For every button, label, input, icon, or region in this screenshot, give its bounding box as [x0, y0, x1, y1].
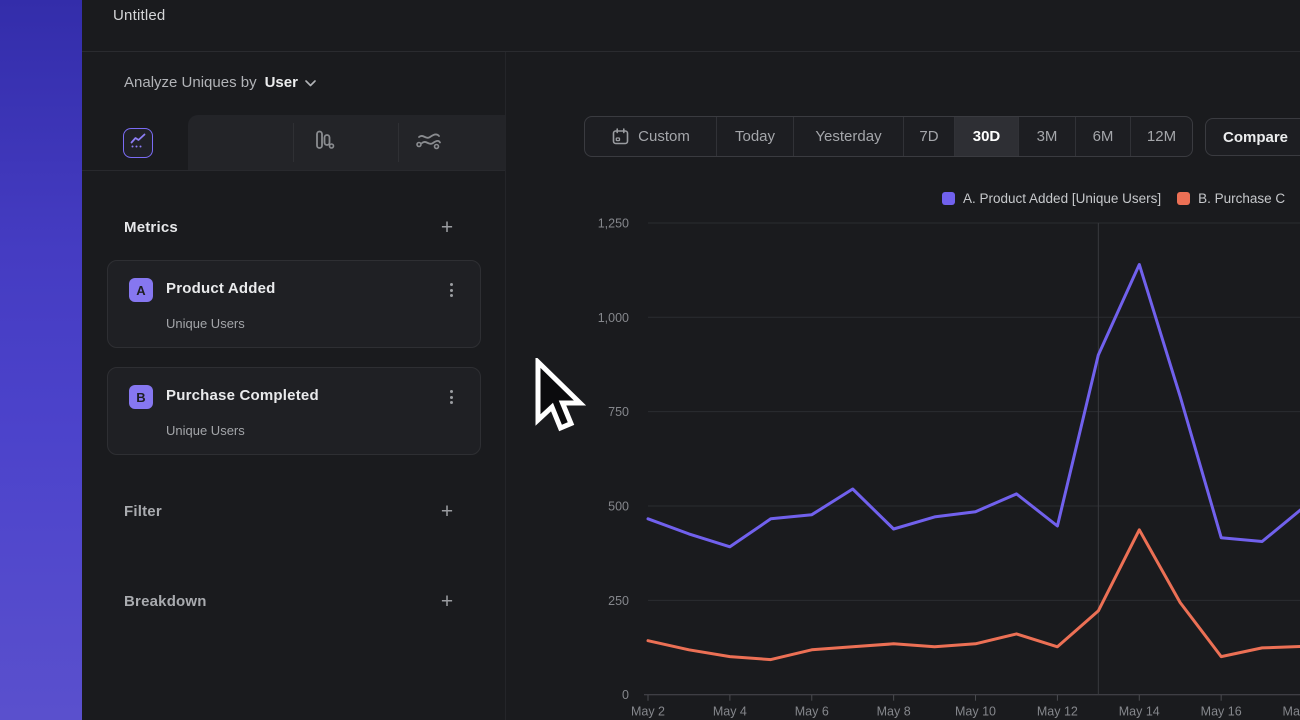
bar-chart-icon [310, 127, 336, 158]
x-tick-label: May 10 [955, 705, 996, 719]
x-tick-label: May 12 [1037, 705, 1078, 719]
tab-bar-chart[interactable] [270, 115, 375, 170]
x-tick-label: May 18 [1283, 705, 1300, 719]
metric-options-kebab-icon[interactable] [440, 279, 462, 301]
x-tick-label: May 8 [877, 705, 911, 719]
x-tick-label: May 6 [795, 705, 829, 719]
analyze-row: Analyze Uniques by User [124, 74, 316, 91]
x-tick-label: May 4 [713, 705, 747, 719]
metrics-title: Metrics [124, 219, 178, 236]
analyze-by-dropdown[interactable]: User [265, 74, 316, 91]
y-tick-label: 1,250 [598, 216, 629, 230]
y-tick-label: 0 [622, 688, 629, 702]
metric-card-a[interactable]: A Product Added Unique Users [107, 260, 481, 348]
chart-panel: CustomTodayYesterday7D30D3M6M12M Compare… [505, 52, 1300, 720]
filter-header: Filter + [124, 499, 459, 523]
metric-name: Purchase Completed [166, 387, 319, 404]
y-tick-label: 250 [608, 594, 629, 608]
metric-card-b[interactable]: B Purchase Completed Unique Users [107, 367, 481, 455]
x-tick-label: May 14 [1119, 705, 1160, 719]
series-line-a [648, 265, 1300, 547]
app-window: Untitled Analyze Uniques by User [0, 0, 1300, 720]
query-sidebar: Analyze Uniques by User [82, 52, 505, 720]
x-tick-label: May 2 [631, 705, 665, 719]
line-chart-icon [128, 131, 148, 156]
top-header: Untitled [82, 0, 1300, 52]
line-chart[interactable]: 0 250 500 750 1,000 1,250 May 2 May 4 May 6 May 8… [506, 52, 1300, 720]
x-tick-label: May 16 [1201, 705, 1242, 719]
metric-name: Product Added [166, 280, 276, 297]
filter-title: Filter [124, 503, 162, 520]
breakdown-header: Breakdown + [124, 589, 459, 613]
metric-options-kebab-icon[interactable] [440, 386, 462, 408]
flows-icon [414, 128, 442, 157]
tab-line-chart[interactable] [123, 128, 153, 158]
metric-badge-a: A [129, 278, 153, 302]
metric-subtitle[interactable]: Unique Users [166, 423, 245, 438]
report-title[interactable]: Untitled [113, 7, 165, 24]
y-tick-label: 750 [608, 405, 629, 419]
metrics-header: Metrics + [124, 215, 459, 239]
analyze-by-value: User [265, 74, 298, 91]
background-gradient-strip [0, 0, 82, 720]
y-tick-label: 500 [608, 500, 629, 514]
chevron-down-icon [305, 74, 316, 91]
tab-flows[interactable] [375, 115, 480, 170]
series-line-b [648, 530, 1300, 660]
add-breakdown-button[interactable]: + [435, 589, 459, 613]
metric-subtitle[interactable]: Unique Users [166, 316, 245, 331]
y-tick-label: 1,000 [598, 311, 629, 325]
add-filter-button[interactable]: + [435, 499, 459, 523]
analyze-label: Analyze Uniques by [124, 74, 257, 91]
breakdown-title: Breakdown [124, 593, 207, 610]
sidebar-divider [82, 170, 505, 171]
add-metric-button[interactable]: + [435, 215, 459, 239]
metric-badge-b: B [129, 385, 153, 409]
